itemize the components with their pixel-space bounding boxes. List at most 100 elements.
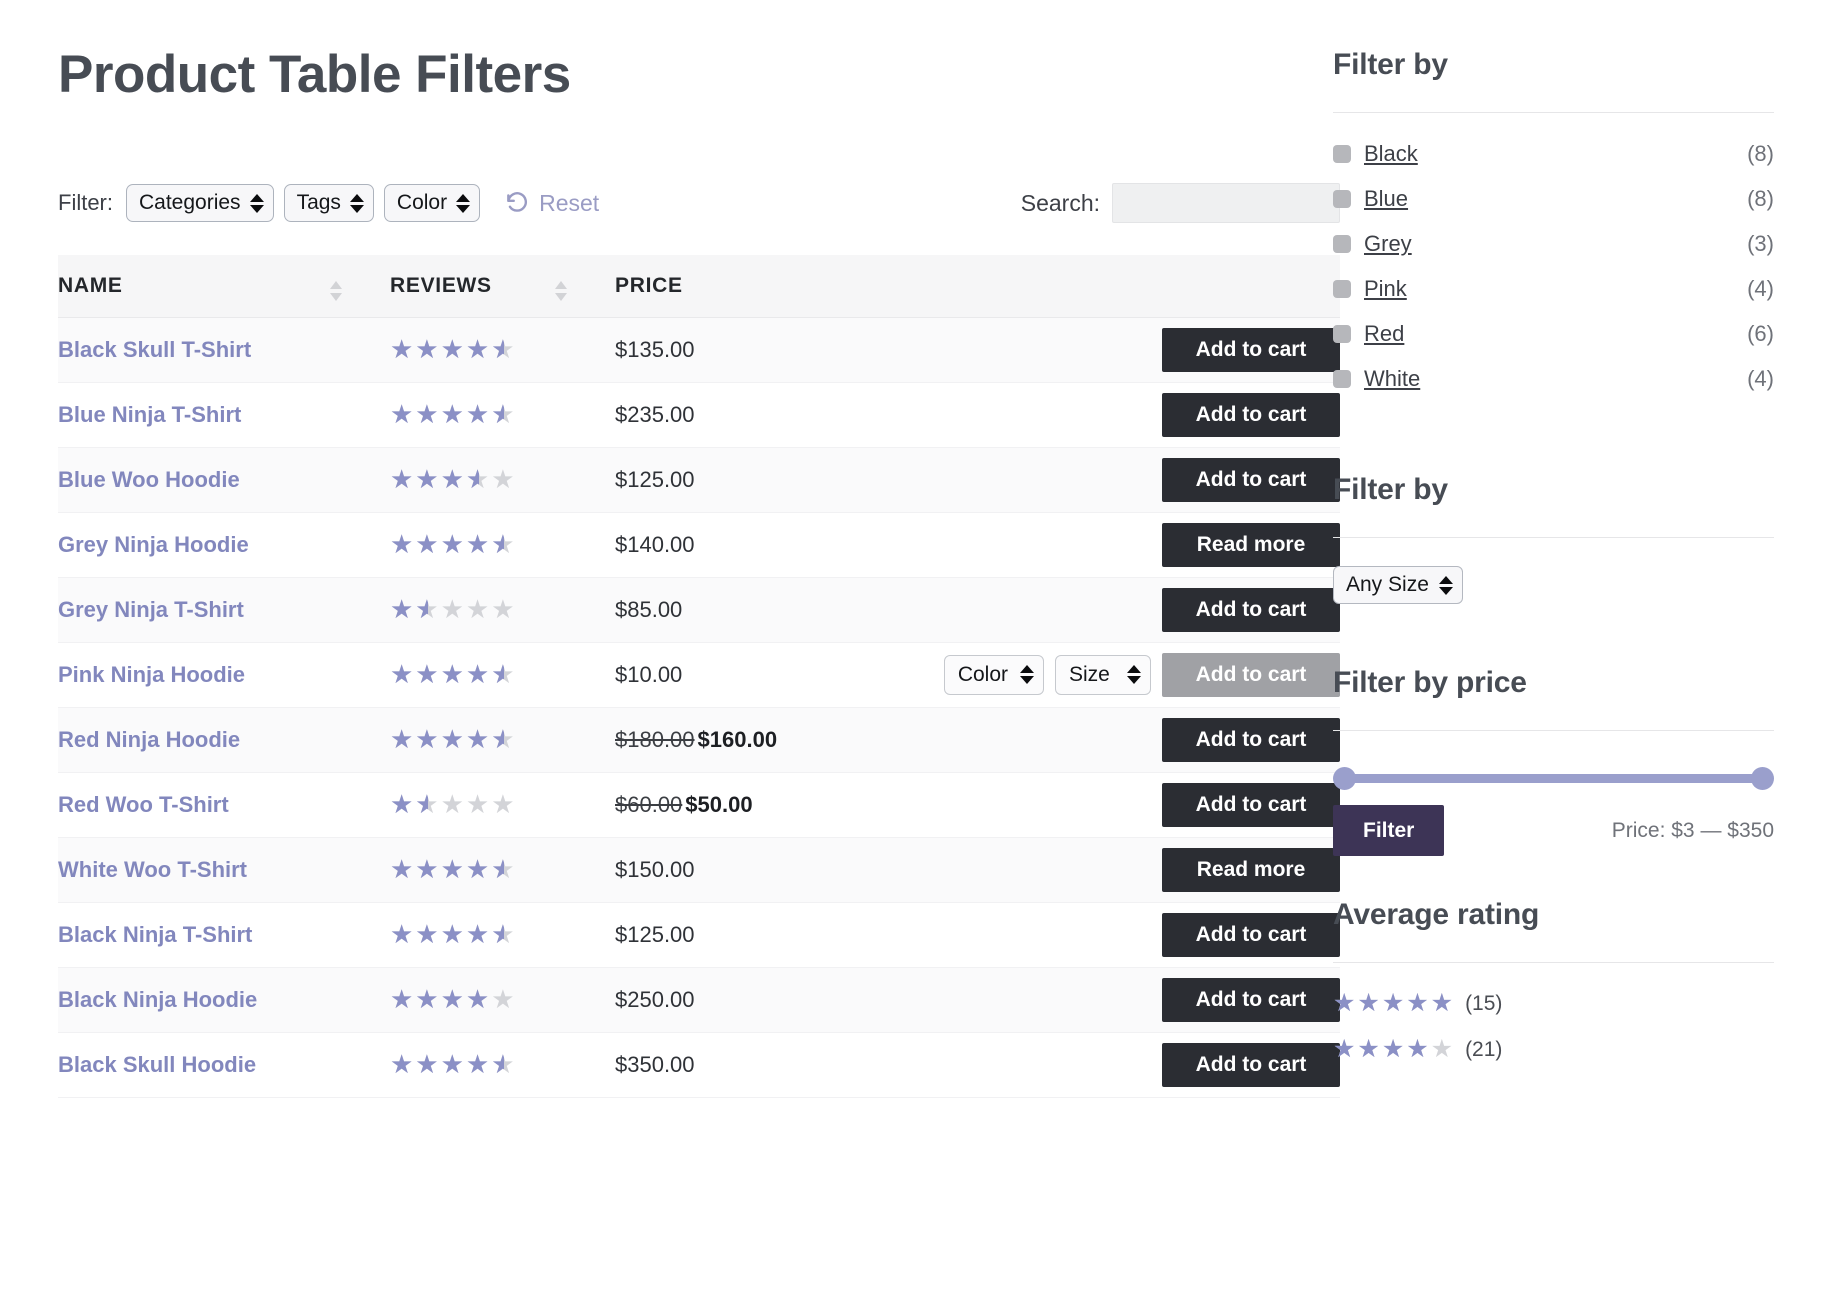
add-to-cart-button[interactable]: Add to cart — [1162, 1043, 1340, 1087]
tags-select[interactable]: Tags — [284, 184, 374, 222]
product-price: $140.00 — [615, 532, 695, 557]
product-link[interactable]: Blue Ninja T-Shirt — [58, 402, 241, 427]
color-variation-label: Color — [958, 663, 1008, 687]
star-rating-fill: ★★★★★ — [390, 986, 491, 1012]
spacer — [1333, 411, 1774, 473]
product-price-cell: $10.00 — [615, 642, 805, 707]
product-reviews-cell: ★★★★★★★★★★ — [390, 512, 555, 577]
spacer-cell — [555, 382, 615, 447]
color-filter-label: Red — [1364, 321, 1404, 347]
star-rating-fill: ★★★★★ — [390, 401, 504, 427]
average-rating-widget: Average rating ★★★★★★★★★★(15)★★★★★★★★★★(… — [1333, 898, 1774, 1062]
filter-by-size-widget: Filter by Any Size — [1333, 473, 1774, 604]
star-rating-fill: ★★★★★ — [390, 856, 504, 882]
spacer-cell — [330, 902, 390, 967]
product-link[interactable]: Red Woo T-Shirt — [58, 792, 229, 817]
color-select[interactable]: Color — [384, 184, 480, 222]
column-header-name[interactable]: NAME — [58, 255, 330, 317]
add-to-cart-button[interactable]: Add to cart — [1162, 783, 1340, 827]
add-to-cart-button[interactable]: Add to cart — [1162, 588, 1340, 632]
product-link[interactable]: Black Ninja T-Shirt — [58, 922, 252, 947]
average-rating-item[interactable]: ★★★★★★★★★★(21) — [1333, 1037, 1774, 1062]
column-header-price[interactable]: PRICE — [615, 255, 805, 317]
product-reviews-cell: ★★★★★★★★★★ — [390, 902, 555, 967]
star-rating-fill: ★★★★★ — [390, 661, 504, 687]
table-row: White Woo T-Shirt★★★★★★★★★★$150.00Read m… — [58, 837, 1340, 902]
add-to-cart-button[interactable]: Add to cart — [1162, 978, 1340, 1022]
product-reviews-cell: ★★★★★★★★★★ — [390, 447, 555, 512]
spacer-cell — [555, 1032, 615, 1097]
table-row: Red Woo T-Shirt★★★★★★★★★★$60.00$50.00Add… — [58, 772, 1340, 837]
size-select-label: Any Size — [1346, 573, 1429, 597]
table-row: Black Skull Hoodie★★★★★★★★★★$350.00Add t… — [58, 1032, 1340, 1097]
product-link[interactable]: Black Skull Hoodie — [58, 1052, 256, 1077]
add-to-cart-button[interactable]: Add to cart — [1162, 718, 1340, 762]
add-to-cart-button[interactable]: Add to cart — [1162, 393, 1340, 437]
product-link[interactable]: Grey Ninja T-Shirt — [58, 597, 244, 622]
color-filter-count: (8) — [1747, 186, 1774, 212]
action-group: Add to cart — [805, 458, 1340, 502]
reset-label: Reset — [539, 190, 599, 217]
product-actions-cell: Add to cart — [805, 577, 1340, 642]
star-rating-fill: ★★★★★ — [390, 726, 504, 752]
spacer-cell — [330, 642, 390, 707]
color-swatch-icon — [1333, 190, 1351, 208]
product-reviews-cell: ★★★★★★★★★★ — [390, 317, 555, 382]
color-filter-item-blue[interactable]: Blue(8) — [1333, 186, 1774, 212]
color-filter-item-pink[interactable]: Pink(4) — [1333, 276, 1774, 302]
product-link[interactable]: Black Skull T-Shirt — [58, 337, 251, 362]
product-price-cell: $135.00 — [615, 317, 805, 382]
product-name-cell: Black Ninja Hoodie — [58, 967, 330, 1032]
sort-control-name[interactable] — [330, 255, 390, 317]
spacer-cell — [330, 707, 390, 772]
average-rating-item[interactable]: ★★★★★★★★★★(15) — [1333, 991, 1774, 1016]
read-more-button[interactable]: Read more — [1162, 523, 1340, 567]
search-input[interactable] — [1112, 183, 1340, 223]
product-name-cell: Black Skull Hoodie — [58, 1032, 330, 1097]
search-label: Search: — [1021, 190, 1100, 217]
product-link[interactable]: Blue Woo Hoodie — [58, 467, 240, 492]
categories-select[interactable]: Categories — [126, 184, 274, 222]
product-link[interactable]: White Woo T-Shirt — [58, 857, 247, 882]
slider-handle-min[interactable] — [1333, 767, 1356, 790]
spacer-cell — [555, 577, 615, 642]
chevron-updown-icon — [1127, 665, 1141, 684]
categories-select-label: Categories — [139, 191, 241, 215]
size-select[interactable]: Any Size — [1333, 566, 1463, 604]
read-more-button[interactable]: Read more — [1162, 848, 1340, 892]
product-link[interactable]: Black Ninja Hoodie — [58, 987, 257, 1012]
size-variation-select[interactable]: Size — [1055, 655, 1151, 695]
star-rating-fill: ★★★★★ — [1333, 991, 1455, 1016]
product-link[interactable]: Pink Ninja Hoodie — [58, 662, 245, 687]
product-name-cell: Blue Woo Hoodie — [58, 447, 330, 512]
color-filter-item-white[interactable]: White(4) — [1333, 366, 1774, 392]
color-filter-item-black[interactable]: Black(8) — [1333, 141, 1774, 167]
price-filter-button[interactable]: Filter — [1333, 805, 1444, 856]
sort-control-reviews[interactable] — [555, 255, 615, 317]
star-rating: ★★★★★★★★★★ — [390, 336, 517, 362]
column-header-reviews[interactable]: REVIEWS — [390, 255, 555, 317]
regular-price: $60.00 — [615, 792, 682, 817]
color-filter-item-grey[interactable]: Grey(3) — [1333, 231, 1774, 257]
product-price-cell: $140.00 — [615, 512, 805, 577]
color-filter-count: (4) — [1747, 366, 1774, 392]
product-actions-cell: ColorSizeAdd to cart — [805, 642, 1340, 707]
star-rating: ★★★★★★★★★★ — [390, 1051, 517, 1077]
table-row: Pink Ninja Hoodie★★★★★★★★★★$10.00ColorSi… — [58, 642, 1340, 707]
price-filter-row: Filter Price: $3 — $350 — [1333, 805, 1774, 856]
product-link[interactable]: Grey Ninja Hoodie — [58, 532, 249, 557]
add-to-cart-button[interactable]: Add to cart — [1162, 913, 1340, 957]
product-name-cell: Grey Ninja T-Shirt — [58, 577, 330, 642]
color-swatch-icon — [1333, 370, 1351, 388]
product-actions-cell: Add to cart — [805, 1032, 1340, 1097]
color-variation-select[interactable]: Color — [944, 655, 1044, 695]
product-link[interactable]: Red Ninja Hoodie — [58, 727, 240, 752]
reset-button[interactable]: Reset — [504, 190, 599, 217]
add-to-cart-button[interactable]: Add to cart — [1162, 458, 1340, 502]
product-reviews-cell: ★★★★★★★★★★ — [390, 707, 555, 772]
add-to-cart-button[interactable]: Add to cart — [1162, 328, 1340, 372]
slider-handle-max[interactable] — [1751, 767, 1774, 790]
price-range-slider[interactable] — [1333, 765, 1774, 791]
product-name-cell: Black Skull T-Shirt — [58, 317, 330, 382]
color-filter-item-red[interactable]: Red(6) — [1333, 321, 1774, 347]
